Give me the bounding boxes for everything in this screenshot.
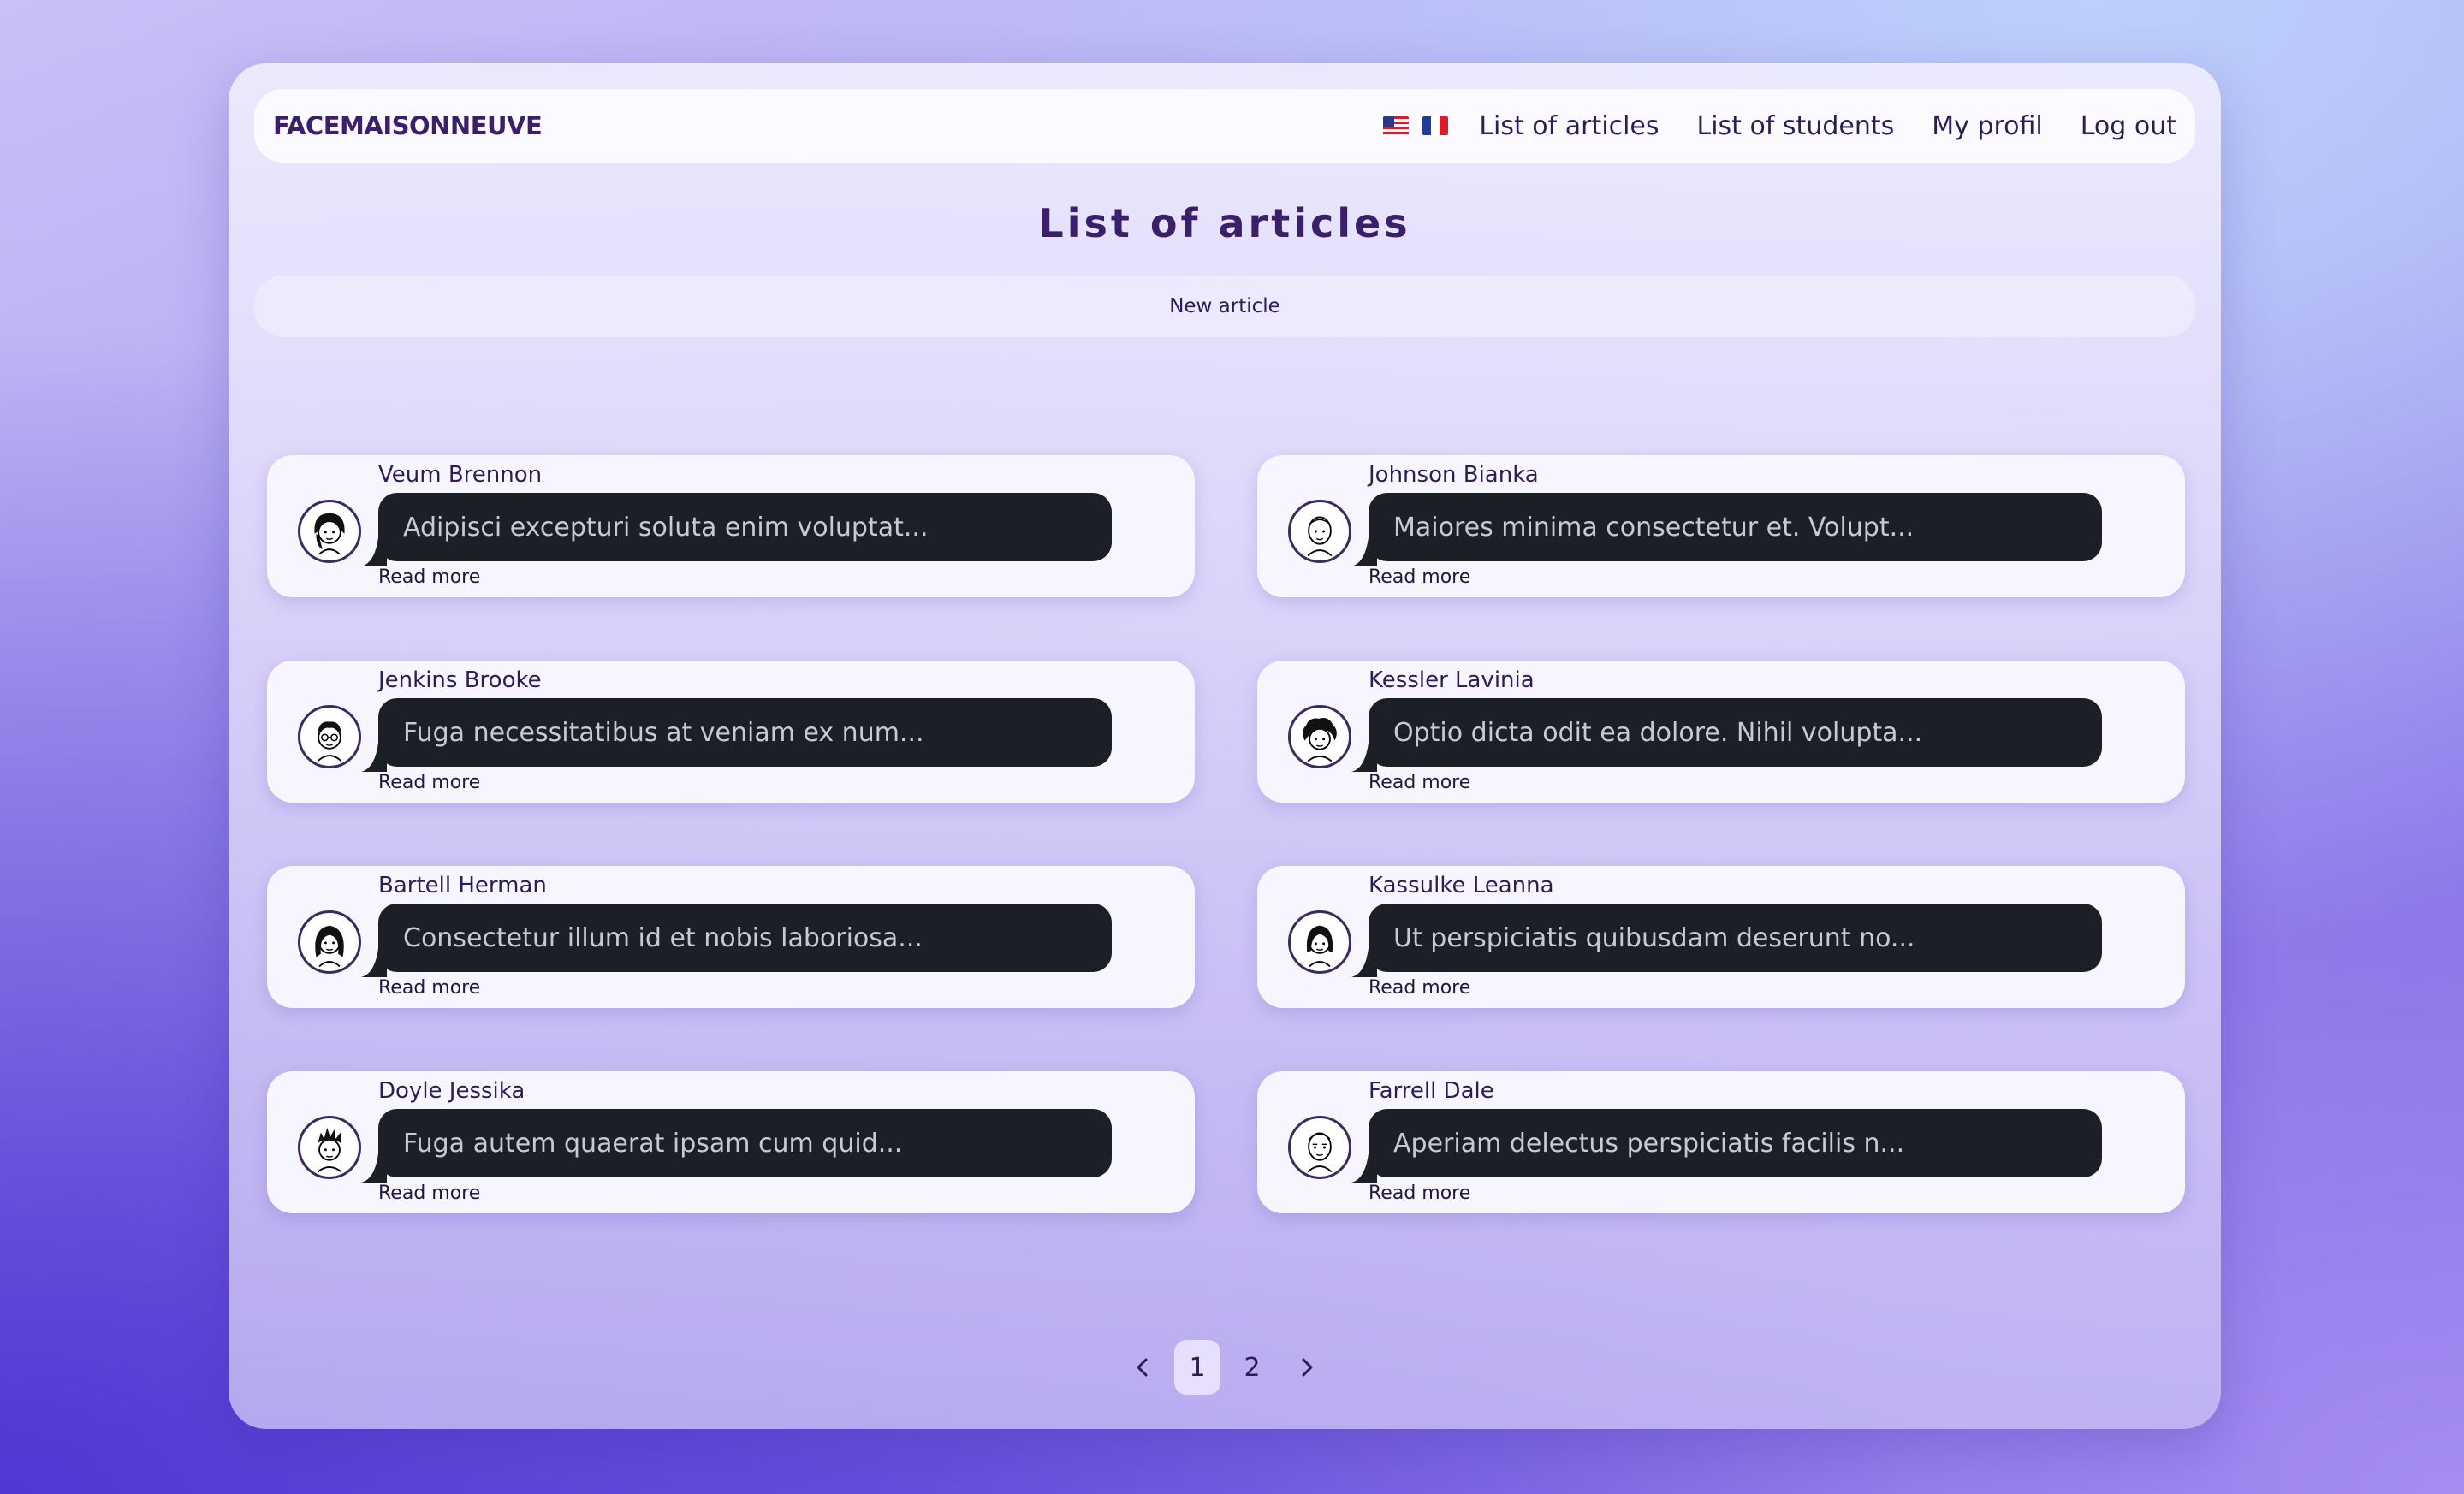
article-author: Jenkins Brooke	[378, 667, 542, 693]
nav-list-of-articles[interactable]: List of articles	[1479, 111, 1659, 141]
nav-menu: List of articles List of students My pro…	[1383, 111, 2176, 141]
article-card: Veum Brennon Adipisci excepturi soluta e…	[267, 455, 1195, 597]
read-more-link[interactable]: Read more	[1369, 977, 1470, 999]
avatar-woman-bob-icon[interactable]	[1288, 910, 1351, 974]
nav-list-of-students[interactable]: List of students	[1697, 111, 1895, 141]
article-author: Bartell Herman	[378, 873, 547, 898]
nav-my-profil[interactable]: My profil	[1932, 111, 2042, 141]
pagination-page-1[interactable]: 1	[1174, 1340, 1220, 1395]
article-author: Doyle Jessika	[378, 1078, 525, 1104]
article-card: Kassulke Leanna Ut perspiciatis quibusda…	[1257, 866, 2185, 1008]
article-excerpt[interactable]: Ut perspiciatis quibusdam deserunt no...	[1369, 904, 2102, 972]
article-author: Veum Brennon	[378, 462, 543, 488]
avatar-woman-long-hair-icon[interactable]	[298, 500, 361, 563]
article-author: Kessler Lavinia	[1369, 667, 1535, 693]
article-author: Farrell Dale	[1369, 1078, 1494, 1104]
article-author: Johnson Bianka	[1369, 462, 1539, 488]
avatar-glasses-man-icon[interactable]	[298, 705, 361, 768]
pagination-page-2[interactable]: 2	[1229, 1340, 1275, 1395]
article-excerpt[interactable]: Maiores minima consectetur et. Volupt...	[1369, 493, 2102, 561]
pagination-next-button[interactable]	[1284, 1340, 1330, 1395]
page-title: List of articles	[1038, 200, 1411, 246]
article-excerpt[interactable]: Adipisci excepturi soluta enim voluptat.…	[378, 493, 1112, 561]
main-panel: FACEMAISONNEUVE List of articles List of…	[229, 63, 2221, 1429]
chevron-right-icon	[1302, 1358, 1313, 1377]
article-card: Jenkins Brooke Fuga necessitatibus at ve…	[267, 661, 1195, 803]
brand-logo[interactable]: FACEMAISONNEUVE	[273, 111, 543, 140]
avatar-bald-man-icon[interactable]	[1288, 500, 1351, 563]
article-card: Farrell Dale Aperiam delectus perspiciat…	[1257, 1071, 2185, 1213]
article-excerpt[interactable]: Fuga necessitatibus at veniam ex num...	[378, 698, 1112, 767]
article-card: Kessler Lavinia Optio dicta odit ea dolo…	[1257, 661, 2185, 803]
avatar-woman-long-hair-icon[interactable]	[298, 910, 361, 974]
avatar-curly-hair-icon[interactable]	[1288, 705, 1351, 768]
article-excerpt[interactable]: Aperiam delectus perspiciatis facilis n.…	[1369, 1109, 2102, 1177]
nav-log-out[interactable]: Log out	[2081, 111, 2176, 141]
navbar: FACEMAISONNEUVE List of articles List of…	[254, 89, 2195, 163]
article-author: Kassulke Leanna	[1369, 873, 1554, 898]
read-more-link[interactable]: Read more	[378, 1183, 480, 1204]
pagination-prev-button[interactable]	[1119, 1340, 1166, 1395]
article-excerpt[interactable]: Consectetur illum id et nobis laboriosa.…	[378, 904, 1112, 972]
read-more-link[interactable]: Read more	[378, 566, 480, 588]
read-more-link[interactable]: Read more	[1369, 1183, 1470, 1204]
article-card: Doyle Jessika Fuga autem quaerat ipsam c…	[267, 1071, 1195, 1213]
article-card: Johnson Bianka Maiores minima consectetu…	[1257, 455, 2185, 597]
read-more-link[interactable]: Read more	[378, 772, 480, 793]
avatar-spiky-hair-icon[interactable]	[298, 1116, 361, 1179]
fr-flag-icon[interactable]	[1422, 116, 1449, 135]
us-flag-icon[interactable]	[1383, 116, 1410, 135]
read-more-link[interactable]: Read more	[1369, 566, 1470, 588]
avatar-bald-man-icon[interactable]	[1288, 1116, 1351, 1179]
read-more-link[interactable]: Read more	[1369, 772, 1470, 793]
article-excerpt[interactable]: Fuga autem quaerat ipsam cum quid...	[378, 1109, 1112, 1177]
article-card: Bartell Herman Consectetur illum id et n…	[267, 866, 1195, 1008]
article-excerpt[interactable]: Optio dicta odit ea dolore. Nihil volupt…	[1369, 698, 2102, 767]
new-article-button[interactable]: New article	[254, 276, 2195, 337]
chevron-left-icon	[1137, 1358, 1148, 1377]
pagination: 1 2	[229, 1340, 2221, 1395]
read-more-link[interactable]: Read more	[378, 977, 480, 999]
